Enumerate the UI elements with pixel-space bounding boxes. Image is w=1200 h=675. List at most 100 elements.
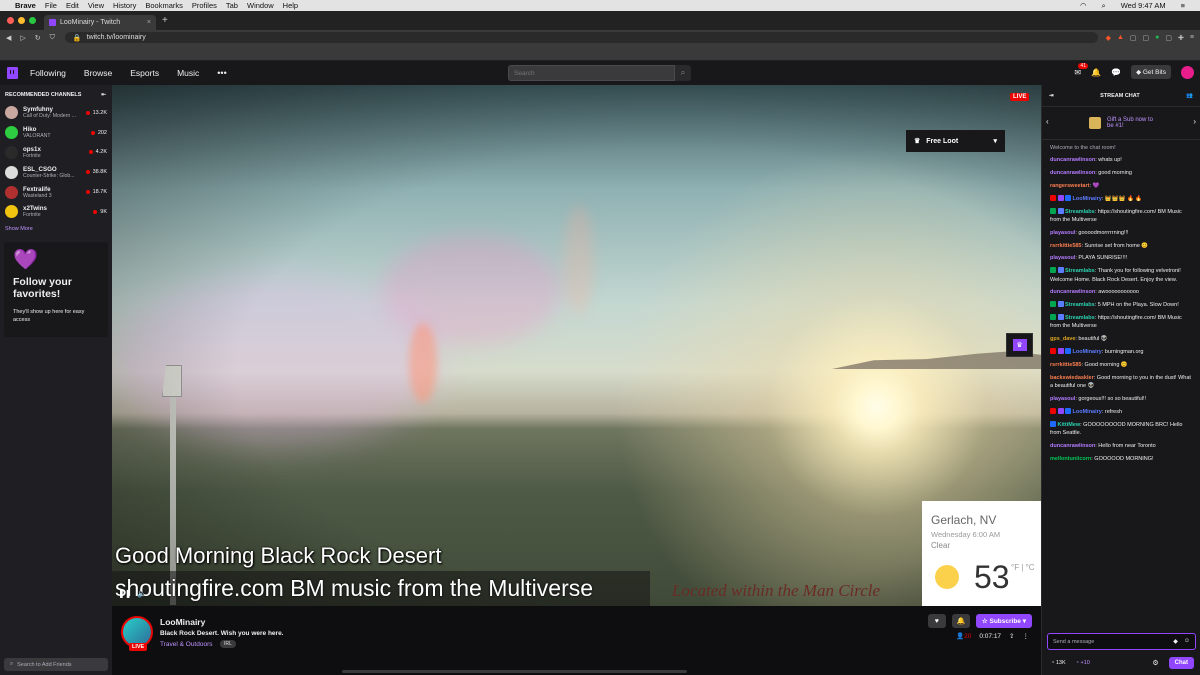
- chevron-right-icon[interactable]: ›: [1193, 117, 1196, 126]
- search-icon[interactable]: ⌕: [1102, 1, 1106, 11]
- chat-username[interactable]: gps_dave: [1050, 336, 1075, 342]
- chat-username[interactable]: playasoul: [1050, 255, 1075, 261]
- chat-badge-icon[interactable]: [1050, 314, 1056, 321]
- chat-username[interactable]: duncanrawlinson: [1050, 157, 1095, 163]
- clock[interactable]: Wed 9:47 AM: [1121, 1, 1166, 11]
- zoom-window-button[interactable]: [29, 17, 36, 24]
- chat-badge-icon[interactable]: [1050, 420, 1056, 427]
- prime-loot-button[interactable]: ♛: [1006, 333, 1033, 357]
- whispers-icon[interactable]: 💬: [1111, 68, 1121, 77]
- extension-icon[interactable]: ▢: [1165, 34, 1172, 42]
- brave-rewards-icon[interactable]: ▲: [1117, 34, 1124, 42]
- chat-badge-icon[interactable]: [1065, 348, 1071, 355]
- more-icon[interactable]: •••: [217, 68, 226, 78]
- close-window-button[interactable]: [7, 17, 14, 24]
- chat-username[interactable]: LooMinairy: [1073, 196, 1102, 202]
- menu-profiles[interactable]: Profiles: [192, 1, 217, 10]
- extension-icon[interactable]: ▢: [1130, 34, 1137, 42]
- fullscreen-icon[interactable]: ⛶: [1027, 590, 1033, 600]
- nav-esports[interactable]: Esports: [130, 68, 159, 78]
- chat-username[interactable]: playasoul: [1050, 396, 1075, 402]
- menu-window[interactable]: Window: [247, 1, 274, 10]
- inbox-icon[interactable]: ✉ 41: [1074, 62, 1088, 77]
- chat-badge-icon[interactable]: [1050, 348, 1056, 355]
- video-player[interactable]: LIVE ♛ Free Loot ▾ ♛ Good Morning Black …: [112, 85, 1041, 606]
- chat-badge-icon[interactable]: [1065, 194, 1071, 201]
- pause-icon[interactable]: ❚❚: [118, 589, 131, 598]
- chat-badge-icon[interactable]: [1050, 194, 1056, 201]
- chat-username[interactable]: duncanrawlinson: [1050, 289, 1095, 295]
- sidebar-channel[interactable]: Symfuhny Call of Duty: Modern ... 13.2K: [0, 103, 112, 123]
- nav-browse[interactable]: Browse: [84, 68, 112, 78]
- brave-shields-icon[interactable]: ◆: [1106, 34, 1111, 42]
- menu-tab[interactable]: Tab: [226, 1, 238, 10]
- tag-irl[interactable]: IRL: [220, 640, 236, 648]
- sidebar-channel[interactable]: Fextralife Wasteland 3 18.7K: [0, 182, 112, 202]
- chat-badge-icon[interactable]: [1050, 407, 1056, 414]
- chat-badge-icon[interactable]: [1057, 301, 1064, 308]
- chat-badge-icon[interactable]: [1050, 267, 1056, 274]
- back-icon[interactable]: ◀: [6, 34, 11, 42]
- collapse-icon[interactable]: ⇤: [101, 92, 106, 98]
- theatre-icon[interactable]: ▭: [1012, 590, 1020, 600]
- follow-heart-button[interactable]: ♥: [927, 614, 946, 628]
- control-center-icon[interactable]: ≡: [1181, 1, 1185, 11]
- twitch-logo-icon[interactable]: [7, 67, 18, 79]
- channel-name[interactable]: LooMinairy: [160, 617, 205, 627]
- extension-icon[interactable]: ●: [1155, 34, 1159, 42]
- collapse-chat-icon[interactable]: ⇥: [1049, 93, 1054, 99]
- free-loot-button[interactable]: ♛ Free Loot ▾: [906, 130, 1005, 152]
- minimize-window-button[interactable]: [18, 17, 25, 24]
- sidebar-channel[interactable]: ESL_CSGO Counter-Strike: Glob... 38.8K: [0, 162, 112, 182]
- menu-history[interactable]: History: [113, 1, 136, 10]
- bell-icon[interactable]: 🔔: [1091, 68, 1101, 77]
- sidebar-channel[interactable]: x2Twins Fortnite 9K: [0, 202, 112, 222]
- emote-icon[interactable]: ☺: [1184, 638, 1190, 645]
- share-icon[interactable]: ⇪: [1009, 632, 1014, 640]
- wifi-icon[interactable]: ◠: [1080, 1, 1087, 11]
- puzzle-icon[interactable]: ✚: [1178, 34, 1184, 42]
- stream-category[interactable]: Travel & Outdoors: [160, 641, 213, 648]
- chat-username[interactable]: rangersweetart: [1050, 183, 1089, 189]
- volume-icon[interactable]: 🔈: [137, 589, 147, 598]
- chat-badge-icon[interactable]: [1065, 407, 1071, 414]
- chat-username[interactable]: playasoul: [1050, 230, 1075, 236]
- chat-badge-icon[interactable]: [1057, 407, 1064, 414]
- search-friends-input[interactable]: ⌕ Search to Add Friends: [4, 658, 108, 671]
- chat-badge-icon[interactable]: [1050, 301, 1056, 308]
- gift-sub-banner[interactable]: ‹ Gift a Sub now to be #1! ›: [1042, 107, 1200, 140]
- chat-username[interactable]: Streamlabs: [1065, 315, 1095, 321]
- menu-file[interactable]: File: [45, 1, 57, 10]
- menu-app[interactable]: Brave: [15, 1, 36, 10]
- new-tab-button[interactable]: +: [162, 15, 168, 26]
- subscribe-button[interactable]: ☆ Subscribe ▾: [975, 614, 1032, 628]
- more-options-icon[interactable]: ⋮: [1023, 632, 1030, 640]
- chat-username[interactable]: KittiMew: [1058, 422, 1081, 428]
- channel-points[interactable]: ◔ 13K: [1051, 660, 1066, 666]
- chat-username[interactable]: Streamlabs: [1065, 209, 1095, 215]
- chat-badge-icon[interactable]: [1057, 267, 1064, 274]
- chat-username[interactable]: rsrrkittie585: [1050, 243, 1082, 249]
- chat-settings-icon[interactable]: ⚙: [1152, 659, 1158, 667]
- chat-username[interactable]: rsrrkittie585: [1050, 362, 1082, 368]
- extension-icon[interactable]: ▢: [1143, 34, 1150, 42]
- chat-username[interactable]: backswiedaskler: [1050, 375, 1094, 381]
- sidebar-channel[interactable]: ops1x Fortnite 4.2K: [0, 143, 112, 163]
- address-bar[interactable]: 🔒 twitch.tv/loominairy: [64, 32, 1098, 43]
- chat-username[interactable]: duncanrawlinson: [1050, 170, 1095, 176]
- settings-icon[interactable]: ⚙: [997, 590, 1004, 600]
- users-icon[interactable]: 👥: [1186, 93, 1193, 99]
- chat-badge-icon[interactable]: [1057, 194, 1064, 201]
- chat-username[interactable]: LooMinairy: [1073, 349, 1102, 355]
- menu-icon[interactable]: ≡: [1190, 34, 1194, 42]
- chat-badge-icon[interactable]: [1057, 207, 1064, 214]
- forward-icon[interactable]: ▷: [20, 34, 25, 42]
- horizontal-scrollbar[interactable]: [342, 670, 687, 673]
- lock-icon[interactable]: 🔒: [73, 34, 82, 42]
- bookmark-icon[interactable]: ⛉: [50, 34, 55, 42]
- chat-username[interactable]: LooMinairy: [1073, 409, 1102, 415]
- chat-input[interactable]: Send a message ◆ ☺: [1047, 633, 1196, 650]
- menu-bookmarks[interactable]: Bookmarks: [145, 1, 183, 10]
- get-bits-button[interactable]: ◆ Get Bits: [1131, 65, 1171, 79]
- menu-help[interactable]: Help: [283, 1, 298, 10]
